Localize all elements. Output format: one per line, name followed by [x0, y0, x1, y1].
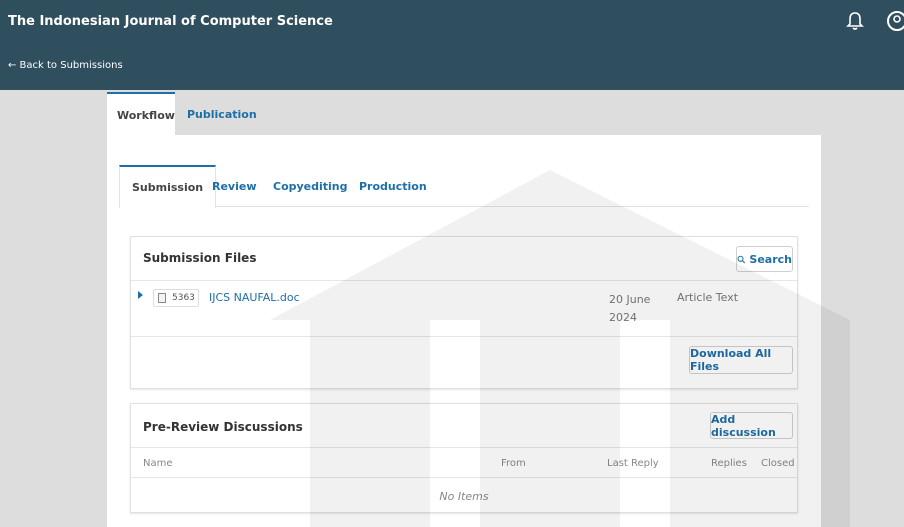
file-date-year: 2024	[609, 311, 637, 324]
submission-files-footer: Download All Files	[131, 337, 797, 385]
file-type: Article Text	[677, 291, 739, 304]
top-header: The Indonesian Journal of Computer Scien…	[0, 0, 904, 90]
workflow-stage-tabs: Submission Review Copyediting Production	[119, 165, 809, 208]
empty-list-message: No Items	[439, 489, 489, 503]
search-button-label: Search	[749, 252, 792, 266]
discussions-grid-header: Name From Last Reply Replies Closed	[131, 448, 797, 478]
back-to-submissions-link[interactable]: ← Back to Submissions	[8, 60, 123, 71]
notifications-bell-icon[interactable]	[844, 10, 866, 32]
tab-publication[interactable]: Publication	[177, 92, 267, 136]
add-discussion-button[interactable]: Add discussion	[710, 412, 793, 439]
tab-copyediting[interactable]: Copyediting	[273, 165, 348, 207]
file-row: 5363 IJCS NAUFAL.doc 20 June 2024 Articl…	[131, 281, 797, 337]
file-id-chip: 5363	[153, 289, 199, 307]
download-all-files-button[interactable]: Download All Files	[689, 346, 793, 374]
column-last-reply[interactable]: Last Reply	[607, 458, 659, 469]
tab-production[interactable]: Production	[359, 165, 427, 207]
expand-row-icon[interactable]	[138, 291, 143, 299]
column-closed[interactable]: Closed	[761, 458, 795, 469]
tab-review[interactable]: Review	[212, 165, 257, 207]
discussions-title: Pre-Review Discussions	[143, 420, 303, 434]
workflow-panel: Submission Review Copyediting Production…	[107, 135, 821, 527]
file-name-link[interactable]: IJCS NAUFAL.doc	[209, 291, 300, 304]
pre-review-discussions-card: Pre-Review Discussions Add discussion Na…	[130, 403, 798, 513]
search-button[interactable]: Search	[736, 246, 793, 272]
discussions-header: Pre-Review Discussions Add discussion	[131, 404, 797, 448]
submission-files-title: Submission Files	[143, 251, 257, 265]
user-profile-icon[interactable]	[884, 10, 904, 32]
tab-submission[interactable]: Submission	[119, 165, 217, 208]
document-icon	[158, 293, 166, 303]
column-replies[interactable]: Replies	[711, 458, 747, 469]
tab-workflow[interactable]: Workflow	[107, 92, 175, 136]
file-date: 20 June 2024	[609, 291, 659, 327]
site-title[interactable]: The Indonesian Journal of Computer Scien…	[8, 14, 333, 29]
file-id: 5363	[172, 293, 195, 303]
submission-files-header: Submission Files Search	[131, 237, 797, 281]
column-name[interactable]: Name	[143, 458, 173, 469]
search-icon	[737, 255, 746, 263]
column-from[interactable]: From	[501, 458, 526, 469]
submission-files-card: Submission Files Search 5363 IJCS NAUFAL…	[130, 236, 798, 389]
file-date-day: 20 June	[609, 293, 651, 306]
